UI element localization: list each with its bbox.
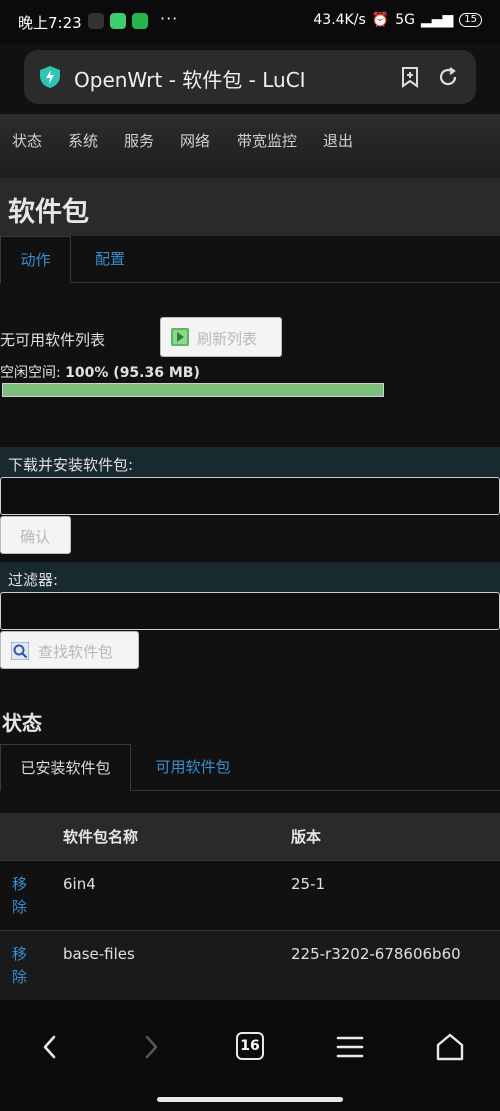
refresh-button-label: 刷新列表	[197, 330, 258, 348]
confirm-button-label: 确认	[20, 528, 51, 546]
nav-bandwidth-monitor[interactable]: 带宽监控	[237, 130, 297, 151]
column-version: 版本	[291, 828, 322, 846]
install-package-input[interactable]	[0, 477, 500, 515]
battery-icon: 15	[459, 13, 482, 27]
refresh-play-icon	[171, 328, 189, 346]
secure-shield-icon	[40, 66, 60, 88]
remove-link[interactable]: 移除	[12, 873, 32, 919]
filter-input[interactable]	[0, 592, 500, 630]
browser-address-bar[interactable]: OpenWrt - 软件包 - LuCI	[24, 50, 476, 104]
signal-type: 5G	[395, 12, 415, 28]
clock: 晚上7:23	[18, 14, 82, 32]
page-title: 软件包	[8, 197, 89, 228]
find-button-label: 查找软件包	[38, 643, 114, 661]
app-notification-icon	[88, 13, 104, 29]
status-section-title: 状态	[2, 711, 42, 735]
signal-icon: ▂▄▆	[420, 12, 454, 28]
nav-status[interactable]: 状态	[12, 130, 42, 151]
install-section-header: 下载并安装软件包:	[0, 447, 500, 479]
more-notifications-icon: ···	[160, 9, 179, 28]
add-bookmark-icon[interactable]	[398, 65, 422, 89]
tab-actions[interactable]: 动作	[0, 236, 71, 283]
table-header: 软件包名称 版本	[0, 813, 500, 860]
package-version: 25-1	[291, 875, 326, 893]
free-space-label: 空闲空间:	[0, 365, 61, 381]
home-icon[interactable]	[433, 1030, 467, 1064]
remove-link[interactable]: 移除	[12, 943, 32, 989]
filter-label: 过滤器:	[8, 571, 59, 589]
free-space-progress-bar	[2, 383, 384, 397]
nav-logout[interactable]: 退出	[323, 130, 353, 151]
reload-icon[interactable]	[436, 65, 460, 89]
free-space-progress-fill	[3, 384, 383, 396]
alarm-icon: ⏰	[371, 12, 390, 28]
table-row: 移除 base-files 225-r3202-678606b60	[0, 930, 500, 1000]
free-space: 空闲空间: 100% (95.36 MB)	[0, 362, 200, 382]
tab-config[interactable]: 配置	[76, 236, 144, 283]
page-title-in-address-bar: OpenWrt - 软件包 - LuCI	[74, 68, 306, 92]
status-indicators: 43.4K/s ⏰ 5G ▂▄▆ 15	[313, 12, 482, 28]
page-header: 软件包	[0, 178, 500, 236]
page-tabs: 动作 配置	[0, 236, 500, 283]
confirm-button[interactable]: 确认	[0, 516, 71, 554]
main-navigation: 状态 系统 服务 网络 带宽监控 退出	[0, 114, 500, 178]
package-tabs: 已安装软件包 可用软件包	[0, 744, 500, 791]
tabs-icon[interactable]: 16	[236, 1032, 264, 1060]
refresh-list-button[interactable]: 刷新列表	[160, 317, 282, 357]
browser-bottom-bar: 16	[0, 1000, 500, 1111]
filter-section-header: 过滤器:	[0, 562, 500, 594]
net-speed: 43.4K/s	[313, 12, 366, 28]
install-label: 下载并安装软件包:	[8, 456, 134, 474]
gesture-home-bar[interactable]	[157, 1097, 343, 1102]
app-notification-icon-2	[132, 13, 148, 29]
forward-icon[interactable]	[133, 1030, 167, 1064]
package-name: base-files	[63, 945, 135, 963]
search-icon	[11, 642, 29, 660]
package-version: 225-r3202-678606b60	[291, 945, 461, 963]
free-space-value: 100% (95.36 MB)	[65, 365, 200, 381]
system-status-bar: 晚上7:23 ··· 43.4K/s ⏰ 5G ▂▄▆ 15	[0, 0, 500, 44]
wechat-notification-icon	[110, 13, 126, 29]
tab-available-packages[interactable]: 可用软件包	[142, 744, 244, 791]
back-icon[interactable]	[34, 1030, 68, 1064]
table-row: 移除 6in4 25-1	[0, 860, 500, 930]
column-package-name: 软件包名称	[63, 828, 139, 846]
nav-system[interactable]: 系统	[68, 130, 98, 151]
menu-icon[interactable]	[333, 1030, 367, 1064]
package-list-status: 无可用软件列表	[0, 331, 106, 349]
nav-services[interactable]: 服务	[124, 130, 154, 151]
package-name: 6in4	[63, 875, 96, 893]
nav-network[interactable]: 网络	[180, 130, 210, 151]
find-package-button[interactable]: 查找软件包	[0, 631, 139, 669]
tab-installed-packages[interactable]: 已安装软件包	[0, 744, 131, 791]
